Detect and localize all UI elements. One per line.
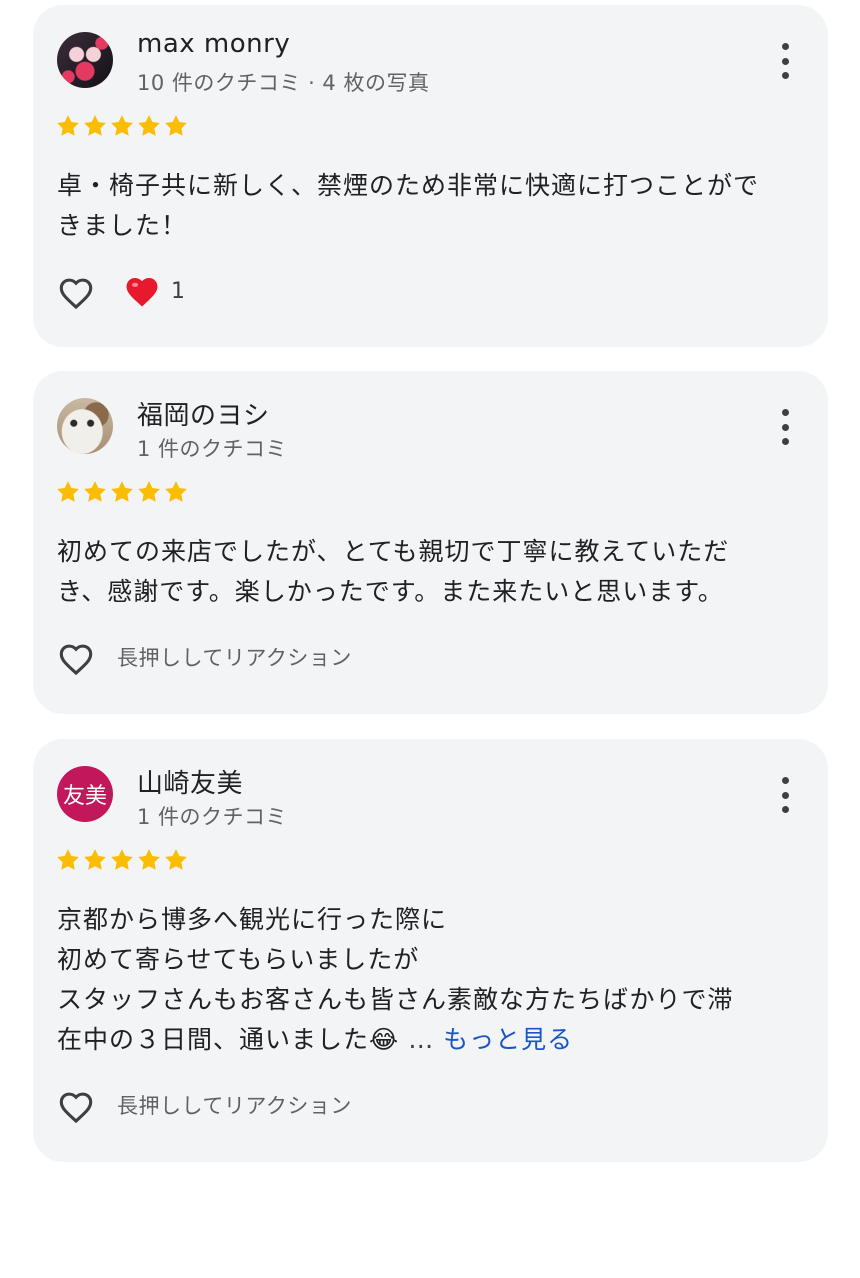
star-icon (57, 849, 79, 870)
review-text: 京都から博多へ観光に行った際に 初めて寄らせてもらいましたが スタッフさんもお客… (57, 900, 807, 1060)
star-icon (138, 115, 160, 136)
laughing-emoji-icon: 😂 (369, 1025, 400, 1054)
star-icon (138, 849, 160, 870)
review-card: max monry 10 件のクチコミ · 4 枚の写真 卓・椅子共に新しく、禁… (33, 5, 828, 347)
reviewer-name[interactable]: 山崎友美 (137, 763, 243, 800)
more-options-icon[interactable] (780, 777, 790, 813)
reviewer-avatar[interactable]: 友美 (57, 766, 113, 822)
reaction-count: 1 (171, 278, 185, 304)
reviewer-name[interactable]: 福岡のヨシ (137, 395, 270, 432)
ellipsis: … (408, 1025, 435, 1054)
star-icon (84, 481, 106, 502)
heart-outline-icon[interactable] (55, 272, 97, 310)
review-text: 卓・椅子共に新しく、禁煙のため非常に快適に打つことがで きました！ (57, 166, 807, 246)
star-icon (111, 849, 133, 870)
star-icon (111, 481, 133, 502)
review-text-line: きました！ (57, 211, 188, 240)
reactions-bar: 長押ししてリアクション (55, 638, 352, 676)
reaction-hint: 長押ししてリアクション (117, 1094, 352, 1118)
star-rating (55, 847, 189, 873)
reaction-hint: 長押ししてリアクション (117, 646, 352, 670)
reviewer-meta: 1 件のクチコミ (137, 805, 288, 829)
avatar-initial: 友美 (62, 784, 107, 809)
see-more-link[interactable]: もっと見る (443, 1025, 573, 1054)
heart-reaction-chip[interactable]: 1 (123, 274, 185, 308)
star-icon (138, 481, 160, 502)
review-card: 福岡のヨシ 1 件のクチコミ 初めての来店でしたが、とても親切で丁寧に教えていた… (33, 371, 828, 714)
reviewer-meta: 1 件のクチコミ (137, 437, 288, 461)
reactions-bar: 1 (55, 272, 185, 310)
review-text: 初めての来店でしたが、とても親切で丁寧に教えていただ き、感謝です。楽しかったで… (57, 532, 807, 612)
star-icon (57, 115, 79, 136)
more-options-icon[interactable] (780, 409, 790, 445)
review-text-line: 初めての来店でしたが、とても親切で丁寧に教えていただ (57, 537, 730, 566)
star-icon (57, 481, 79, 502)
star-rating (55, 479, 189, 505)
review-text-line: き、感謝です。楽しかったです。また来たいと思います。 (57, 577, 724, 606)
review-text-line: スタッフさんもお客さんも皆さん素敵な方たちばかりで滞 (57, 985, 734, 1014)
star-icon (165, 481, 187, 502)
review-text-line: 京都から博多へ観光に行った際に (57, 905, 448, 934)
star-icon (165, 115, 187, 136)
review-text-line: 卓・椅子共に新しく、禁煙のため非常に快適に打つことがで (57, 171, 760, 200)
star-rating (55, 113, 189, 139)
star-icon (84, 849, 106, 870)
reviewer-meta: 10 件のクチコミ · 4 枚の写真 (137, 71, 430, 95)
review-text-line: 在中の３日間、通いました (57, 1025, 370, 1054)
more-options-icon[interactable] (780, 43, 790, 79)
review-text-line: 初めて寄らせてもらいましたが (57, 945, 420, 974)
star-icon (111, 115, 133, 136)
star-icon (84, 115, 106, 136)
reviews-page: max monry 10 件のクチコミ · 4 枚の写真 卓・椅子共に新しく、禁… (0, 0, 860, 1278)
heart-outline-icon[interactable] (55, 1086, 97, 1124)
red-heart-icon (126, 278, 158, 307)
reviewer-name[interactable]: max monry (137, 29, 290, 59)
star-icon (165, 849, 187, 870)
reactions-bar: 長押ししてリアクション (55, 1086, 352, 1124)
heart-outline-icon[interactable] (55, 638, 97, 676)
reviewer-avatar[interactable] (57, 32, 113, 88)
review-card: 友美 山崎友美 1 件のクチコミ 京都から博多へ観光に行った際に 初めて寄らせて… (33, 739, 828, 1162)
review-text-last-line: 在中の３日間、通いました😂 … もっと見る (57, 1020, 807, 1060)
reviewer-avatar[interactable] (57, 398, 113, 454)
